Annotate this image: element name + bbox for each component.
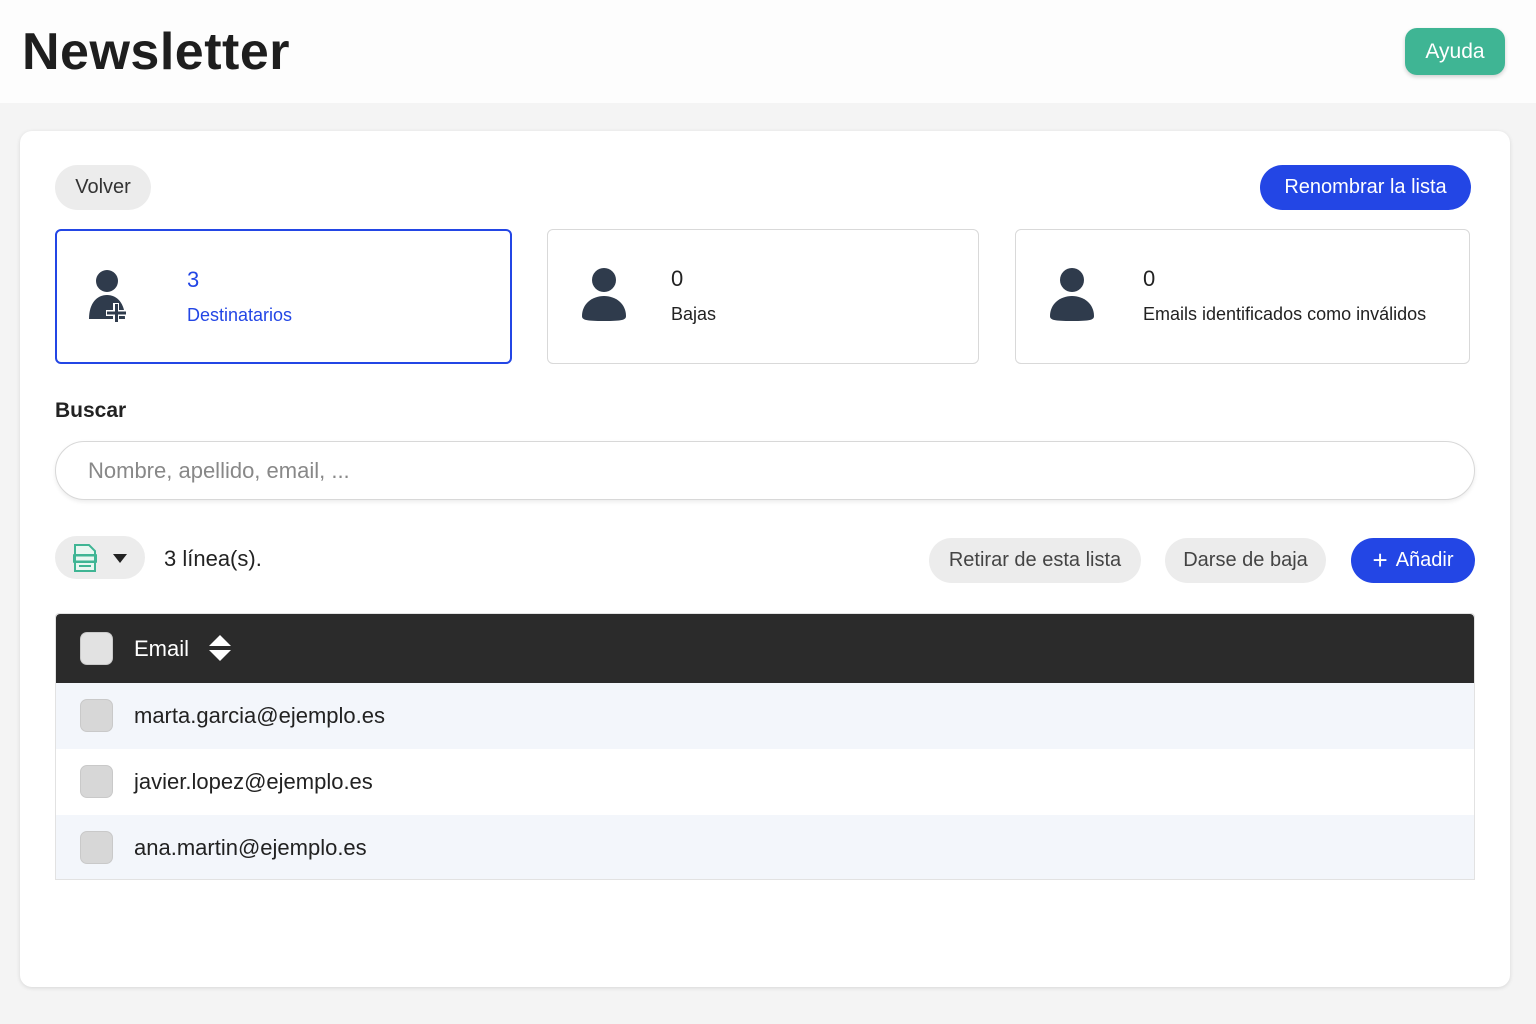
search-input[interactable] [55,441,1475,500]
column-header-email[interactable]: Email [134,636,189,662]
sort-icon[interactable] [208,634,232,662]
table-row[interactable]: ana.martin@ejemplo.es [56,815,1474,879]
recipients-count: 3 [187,267,200,292]
remove-from-list-button[interactable]: Retirar de esta lista [929,538,1141,583]
add-button-label: Añadir [1395,549,1454,571]
page-title: Newsletter [22,23,290,81]
user-icon [1050,268,1094,321]
plus-icon: + [1372,544,1388,575]
lines-count: 3 línea(s). [164,546,262,571]
invalid-emails-count: 0 [1143,266,1156,291]
select-all-checkbox[interactable] [80,632,113,665]
row-checkbox[interactable] [80,765,113,798]
table-row[interactable]: marta.garcia@ejemplo.es [56,683,1474,749]
search-label: Buscar [55,399,127,422]
help-button[interactable]: Ayuda [1405,28,1505,75]
row-checkbox[interactable] [80,699,113,732]
user-icon [582,268,626,321]
excel-export-icon [73,544,97,572]
row-email: marta.garcia@ejemplo.es [134,703,385,728]
stat-card-unsubscribes[interactable]: 0 Bajas [547,229,979,364]
caret-down-icon [113,554,127,563]
table-header: Email [56,614,1474,683]
list-panel: Volver Renombrar la lista 3 Destinatario… [20,131,1510,987]
unsubscribe-button[interactable]: Darse de baja [1165,538,1326,583]
row-email: javier.lopez@ejemplo.es [134,769,373,794]
unsubscribes-count: 0 [671,266,684,291]
rename-list-button[interactable]: Renombrar la lista [1260,165,1471,210]
export-dropdown-button[interactable] [55,536,145,579]
user-plus-icon [89,270,126,323]
stat-card-recipients[interactable]: 3 Destinatarios [55,229,512,364]
recipients-table: Email marta.garcia@ejemplo.es javier.lop… [55,613,1475,880]
table-row[interactable]: javier.lopez@ejemplo.es [56,749,1474,815]
row-email: ana.martin@ejemplo.es [134,835,367,860]
unsubscribes-label: Bajas [671,304,717,324]
row-checkbox[interactable] [80,831,113,864]
top-bar: Newsletter Ayuda [0,0,1536,103]
back-button[interactable]: Volver [55,165,151,210]
invalid-emails-label: Emails identificados como inválidos [1143,304,1427,324]
recipients-label: Destinatarios [187,305,293,325]
add-button[interactable]: + Añadir [1351,538,1475,583]
stat-card-invalid-emails[interactable]: 0 Emails identificados como inválidos [1015,229,1470,364]
